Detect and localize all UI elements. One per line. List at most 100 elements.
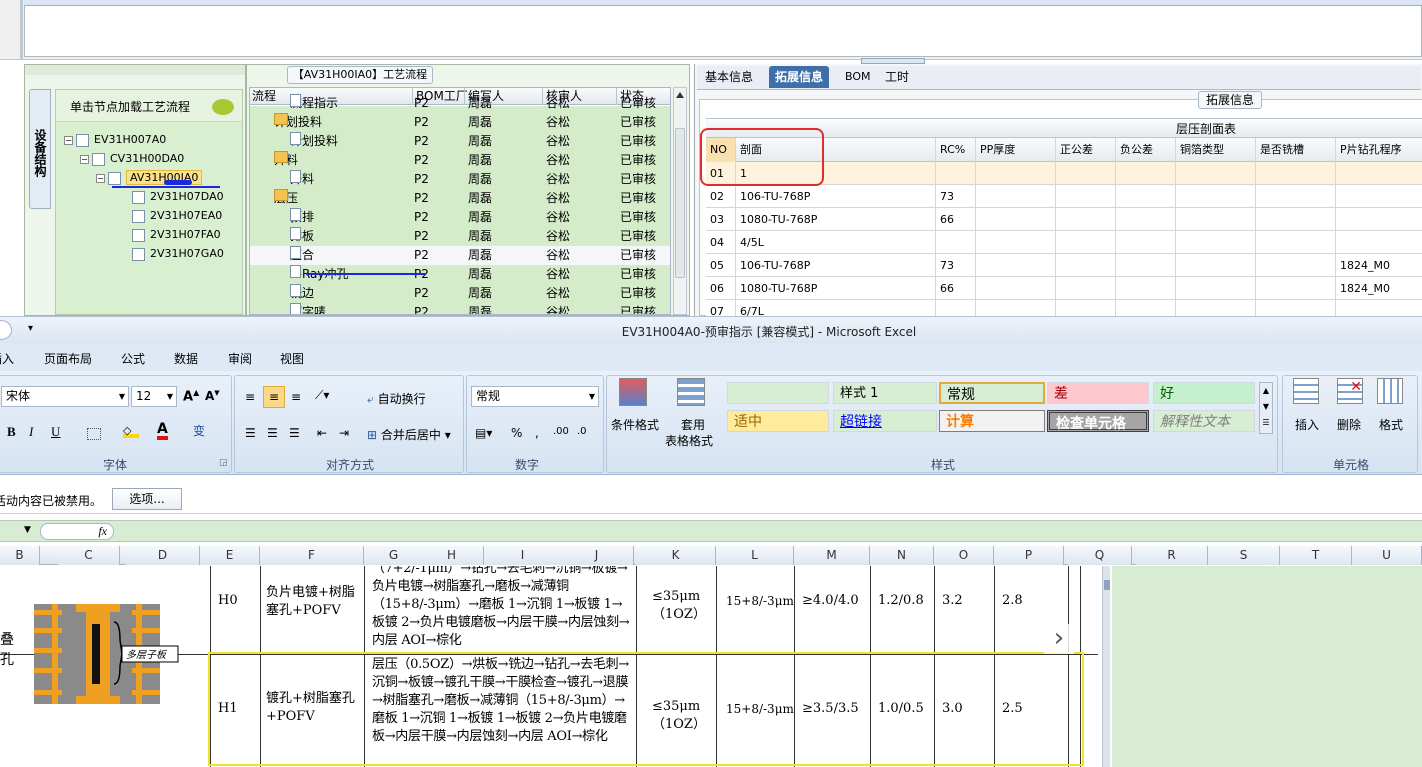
cell-flow-h0[interactable]: （7+2/-1μm）→钻孔→去毛刺→沉铜→板镀→负片电镀→树脂塞孔→磨板→减薄铜… [372, 566, 634, 650]
style-hyperlink[interactable]: 超链接 [833, 410, 937, 432]
tree-node[interactable]: − CV31H00DA0 [80, 149, 184, 168]
delete-cells-icon[interactable]: ✕ [1337, 378, 1363, 404]
checkbox-icon[interactable] [76, 133, 89, 147]
table-format-label-1[interactable]: 套用 [681, 416, 705, 433]
process-row[interactable]: 开料 P2 周磊 谷松 已审核 [250, 170, 670, 189]
tree-node[interactable]: 2V31H07FA0 [132, 225, 221, 244]
collapse-icon[interactable]: − [64, 135, 73, 145]
options-button[interactable]: 选项... [112, 488, 182, 510]
laminate-col-header[interactable]: 负公差 [1116, 138, 1176, 162]
laminate-col-header[interactable]: 铜箔类型 [1176, 138, 1256, 162]
scroll-thumb[interactable] [1104, 580, 1110, 590]
column-header[interactable]: N [870, 546, 934, 565]
laminate-row[interactable]: 05 106-TU-768P 73 1824_M0 [706, 254, 1422, 277]
collapse-icon[interactable]: − [80, 154, 89, 164]
laminate-row[interactable]: 06 1080-TU-768P 66 1824_M0 [706, 277, 1422, 300]
collapse-icon[interactable]: − [96, 173, 105, 183]
scroll-up-arrow-icon[interactable] [676, 92, 684, 98]
column-header[interactable]: E [200, 546, 260, 565]
laminate-row[interactable]: 03 1080-TU-768P 66 [706, 208, 1422, 231]
scroll-bar-vertical[interactable] [1102, 566, 1110, 767]
laminate-row[interactable]: 04 4/5L [706, 231, 1422, 254]
underline-icon[interactable]: U [51, 424, 60, 440]
style-bad[interactable]: 差 [1047, 382, 1149, 404]
column-header[interactable]: G [364, 546, 424, 565]
column-header[interactable]: D [126, 546, 200, 565]
insert-cells-button[interactable]: 插入 [1295, 416, 1319, 433]
phonetic-icon[interactable]: 变 [193, 422, 205, 439]
column-header[interactable]: I [484, 546, 562, 565]
checkbox-icon[interactable] [92, 152, 105, 166]
tab-basic-info[interactable]: 基本信息 [699, 66, 759, 88]
font-color-icon[interactable]: A [157, 422, 168, 440]
column-header[interactable]: C [58, 546, 120, 565]
cell-v2-h0[interactable]: 3.2 [942, 592, 963, 610]
style-neutral[interactable]: 适中 [727, 410, 829, 432]
tab-bom[interactable]: BOM [839, 66, 877, 88]
align-bottom-icon[interactable]: ≡ [291, 390, 301, 404]
process-scrollbar[interactable] [673, 87, 687, 315]
tab-hours[interactable]: 工时 [879, 66, 915, 88]
dialog-launcher-icon[interactable]: ◲ [219, 458, 228, 468]
format-cells-button[interactable]: 格式 [1379, 416, 1403, 433]
merge-center-button[interactable]: ⊞ 合并后居中 ▾ [367, 426, 451, 443]
comma-icon[interactable]: , [535, 426, 539, 440]
column-header[interactable]: K [636, 546, 716, 565]
splitter-grip[interactable] [861, 58, 925, 64]
table-format-label-2[interactable]: 表格格式 [665, 432, 713, 449]
menu-view[interactable]: 视图 [280, 350, 304, 367]
laminate-col-header[interactable]: 正公差 [1056, 138, 1116, 162]
column-header[interactable]: P [994, 546, 1064, 565]
column-header[interactable]: U [1352, 546, 1422, 565]
align-right-icon[interactable]: ☰ [289, 426, 300, 440]
cell-copper-h0[interactable]: ≤35μm（1OZ） [652, 588, 706, 624]
italic-icon[interactable]: I [29, 424, 33, 440]
tree-node[interactable]: 2V31H07EA0 [132, 206, 222, 225]
column-header[interactable]: R [1136, 546, 1208, 565]
checkbox-icon[interactable] [132, 228, 145, 242]
align-top-icon[interactable]: ≡ [245, 390, 255, 404]
cell-v3-h0[interactable]: 2.8 [1002, 592, 1023, 610]
process-row[interactable]: 层压 P2 周磊 谷松 已审核 [250, 189, 670, 208]
column-header[interactable]: T [1280, 546, 1352, 565]
process-row[interactable]: 打字唛 P2 周磊 谷松 已审核 [250, 303, 670, 314]
style-1[interactable]: 样式 1 [833, 382, 937, 404]
process-row[interactable]: 开料 P2 周磊 谷松 已审核 [250, 151, 670, 170]
table-format-icon[interactable] [677, 378, 705, 406]
shrink-font-icon[interactable]: A▼ [205, 389, 220, 403]
process-row[interactable]: 预排 P2 周磊 谷松 已审核 [250, 208, 670, 227]
process-row[interactable]: 流程指示 P2 周磊 谷松 已审核 [250, 94, 670, 113]
column-header[interactable]: B [0, 546, 40, 565]
menu-formulas[interactable]: 公式 [121, 350, 145, 367]
number-format-dropdown[interactable]: 常规 ▼ [471, 386, 599, 407]
menu-review[interactable]: 审阅 [228, 350, 252, 367]
column-header[interactable]: F [260, 546, 364, 565]
checkbox-icon[interactable] [132, 247, 145, 261]
menu-insert[interactable]: 插入 [0, 350, 14, 367]
side-tab[interactable]: 设备结构 [29, 89, 51, 209]
wrap-text-button[interactable]: ⤶ 自动换行 [367, 390, 426, 407]
tree-node[interactable]: − EV31H007A0 [64, 130, 166, 149]
styles-scroll[interactable]: ▲ ▼ ☰ [1259, 382, 1273, 434]
laminate-col-header[interactable]: 是否铣槽 [1256, 138, 1336, 162]
align-left-icon[interactable]: ☰ [245, 426, 256, 440]
conditional-format-button[interactable]: 条件格式 [611, 416, 659, 433]
font-size-dropdown[interactable]: 12 ▼ [131, 386, 177, 407]
tab-extended-info[interactable]: 拓展信息 [769, 66, 830, 88]
checkbox-icon[interactable] [132, 190, 145, 204]
column-header[interactable]: H [420, 546, 484, 565]
cell-method-h0[interactable]: 负片电镀+树脂塞孔+POFV [266, 584, 362, 620]
tree-node[interactable]: 2V31H07DA0 [132, 187, 224, 206]
laminate-col-header[interactable]: P片钻孔程序 [1336, 138, 1422, 162]
style-good[interactable]: 好 [1153, 382, 1255, 404]
column-header[interactable]: Q [1068, 546, 1132, 565]
laminate-col-header[interactable]: PP厚度 [976, 138, 1056, 162]
column-header[interactable]: O [934, 546, 994, 565]
name-box-arrow-icon[interactable]: ▼ [24, 525, 31, 535]
orientation-icon[interactable]: ⟋▾ [315, 388, 329, 403]
column-header[interactable]: M [794, 546, 870, 565]
increase-indent-icon[interactable]: ⇥ [339, 426, 349, 440]
menu-data[interactable]: 数据 [174, 350, 198, 367]
column-header[interactable]: L [716, 546, 794, 565]
style-normal[interactable]: 常规 [939, 382, 1045, 404]
